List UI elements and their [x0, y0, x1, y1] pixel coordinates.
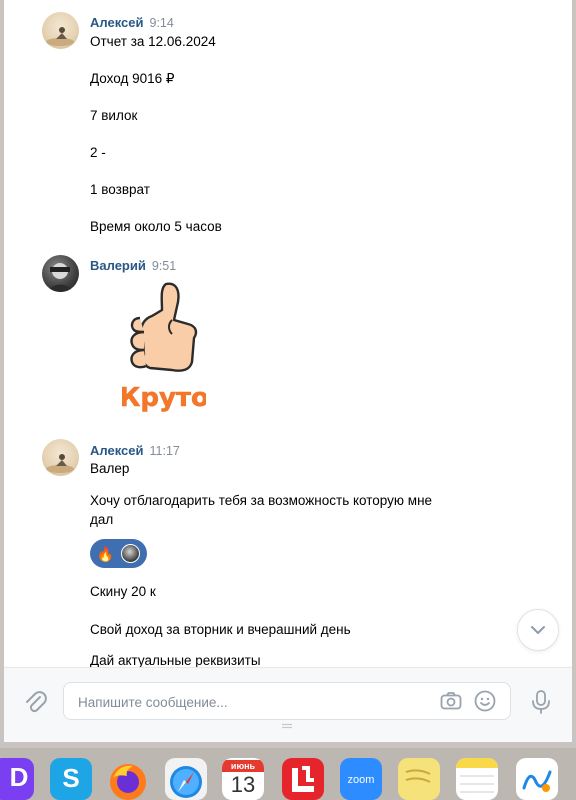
- message-line: Дай актуальные реквизиты: [90, 653, 261, 667]
- reaction-badge[interactable]: 🔥: [90, 539, 147, 568]
- skype-icon[interactable]: S: [50, 758, 92, 800]
- message-line: Отчет за 12.06.2024: [90, 34, 216, 49]
- camera-icon[interactable]: [439, 689, 463, 713]
- safari-icon[interactable]: [165, 758, 207, 800]
- stickies-icon[interactable]: [398, 758, 440, 800]
- fire-icon: 🔥: [96, 545, 115, 562]
- message-line: Хочу отблагодарить тебя за возможность к…: [90, 493, 433, 508]
- d-app-icon[interactable]: D: [0, 758, 34, 800]
- avatar-photo-icon: [46, 454, 74, 473]
- message-input-container: [63, 682, 511, 720]
- message-line: Время около 5 часов: [90, 219, 222, 234]
- message-line: 1 возврат: [90, 182, 150, 197]
- message-header: Алексей 9:14: [90, 14, 174, 32]
- author-name[interactable]: Валерий: [90, 258, 146, 273]
- author-name[interactable]: Алексей: [90, 443, 144, 458]
- reactor-avatar: [121, 544, 141, 563]
- resize-handle-icon[interactable]: [281, 723, 293, 729]
- message-line: 2 -: [90, 145, 106, 160]
- message-line: Свой доход за вторник и вчерашний день: [90, 622, 351, 637]
- calendar-icon[interactable]: июнь 13: [222, 758, 264, 800]
- sticker-caption: Круто: [122, 383, 206, 413]
- scroll-to-bottom-button[interactable]: [517, 609, 559, 651]
- message-time: 9:14: [149, 16, 174, 30]
- message-composer: [4, 667, 572, 742]
- message-line: Доход 9016 ₽: [90, 71, 175, 86]
- message-header: Валерий 9:51: [90, 257, 176, 275]
- dock: D S июнь 13 zoom: [0, 748, 576, 800]
- avatar-photo-icon: [46, 27, 74, 46]
- avatar[interactable]: [42, 439, 79, 476]
- author-name[interactable]: Алексей: [90, 15, 144, 30]
- message-line: дал: [90, 512, 114, 527]
- message-time: 9:51: [151, 259, 177, 273]
- calendar-day: 13: [230, 772, 256, 797]
- calendar-month: июнь: [222, 760, 264, 772]
- zoom-icon[interactable]: zoom: [340, 758, 382, 800]
- firefox-icon[interactable]: [107, 758, 149, 800]
- microphone-icon[interactable]: [530, 689, 552, 715]
- messenger-window: Алексей 9:14 Отчет за 12.06.2024 Доход 90…: [4, 0, 572, 742]
- sticker[interactable]: Круто: [119, 280, 209, 414]
- notes-icon[interactable]: [456, 758, 498, 800]
- message-input[interactable]: [76, 691, 420, 713]
- avatar[interactable]: [42, 12, 79, 49]
- message-line: 7 вилок: [90, 108, 138, 123]
- message-line: Скину 20 к: [90, 584, 156, 599]
- avatar-photo-icon: [46, 263, 75, 292]
- chat-history: Алексей 9:14 Отчет за 12.06.2024 Доход 90…: [4, 0, 572, 667]
- chevron-down-icon: [531, 626, 545, 634]
- freeform-icon[interactable]: [516, 758, 558, 800]
- message-header: Алексей 11:17: [90, 442, 180, 460]
- thumbs-up-icon: Круто: [119, 282, 209, 413]
- emoji-icon[interactable]: [473, 689, 497, 713]
- message-time: 11:17: [149, 444, 180, 458]
- message-line: Валер: [90, 461, 130, 476]
- avatar[interactable]: [42, 255, 79, 292]
- paperclip-icon[interactable]: [22, 689, 48, 715]
- lcloud-icon[interactable]: [282, 758, 324, 800]
